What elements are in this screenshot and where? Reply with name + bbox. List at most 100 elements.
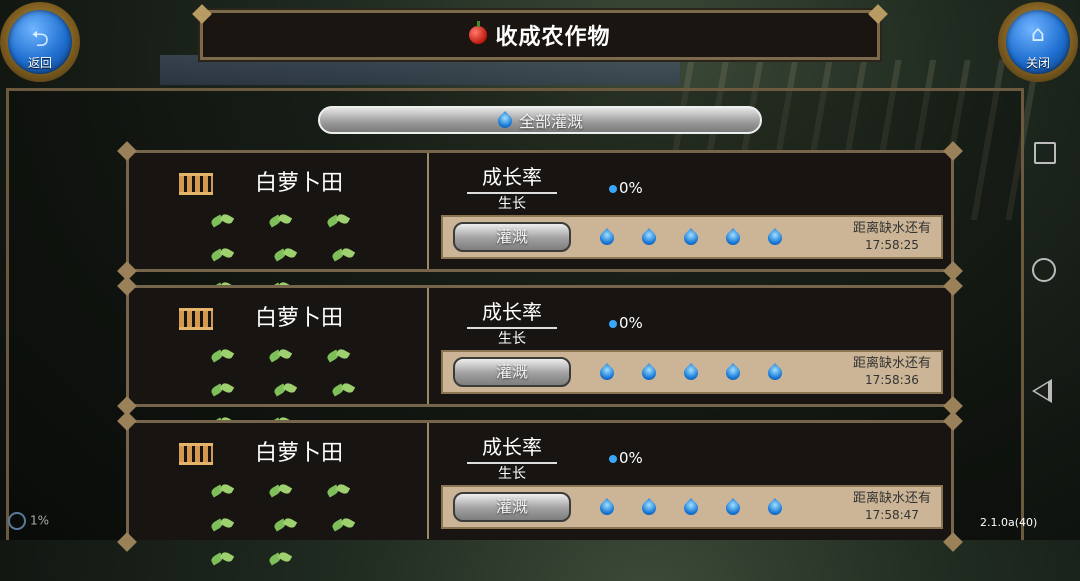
water-row: 灌溉 距离缺水还有 17:58:25	[441, 215, 943, 259]
water-button[interactable]: 灌溉	[453, 222, 571, 252]
growth-rate-value: 0%	[609, 314, 643, 332]
loading-icon	[8, 512, 26, 530]
close-button[interactable]: ⌂ 关闭	[998, 2, 1078, 82]
radish-sprout-icon	[330, 245, 356, 267]
version-label: 2.1.0a(40)	[980, 516, 1038, 529]
radish-sprout-icon	[325, 346, 351, 368]
radish-sprout-icon	[209, 549, 235, 571]
radish-sprout-icon	[272, 380, 298, 402]
plot-card: 白萝卜田 成长率 生长 0% 灌溉 距离缺水还有 17:58:47	[117, 411, 963, 540]
water-row: 灌溉 距离缺水还有 17:58:47	[441, 485, 943, 529]
water-drop-icon	[641, 361, 657, 383]
radish-sprout-icon	[330, 515, 356, 537]
water-drop-icon	[683, 361, 699, 383]
back-button[interactable]: ⮌ 返回	[0, 2, 80, 82]
countdown-label: 距离缺水还有	[852, 491, 931, 506]
fence-icon	[179, 173, 213, 195]
radish-sprout-icon	[267, 346, 293, 368]
growth-rate-text: 0%	[619, 179, 643, 197]
fence-icon	[179, 308, 213, 330]
water-countdown: 距离缺水还有 17:58:25	[853, 221, 931, 253]
water-row: 灌溉 距离缺水还有 17:58:36	[441, 350, 943, 394]
loading-percent: 1%	[30, 513, 50, 528]
countdown-time: 17:58:36	[865, 373, 919, 387]
radish-sprout-icon	[267, 211, 293, 233]
water-drop-icon	[767, 496, 783, 518]
radish-sprout-icon	[209, 481, 235, 503]
water-drop-icon	[725, 361, 741, 383]
countdown-time: 17:58:47	[865, 508, 919, 522]
radish-sprout-icon	[325, 481, 351, 503]
growth-stage-label: 生长	[498, 466, 526, 482]
water-countdown: 距离缺水还有 17:58:47	[853, 491, 931, 523]
water-drop-icon	[767, 226, 783, 248]
water-drops	[599, 226, 809, 252]
fence-icon	[179, 443, 213, 465]
radish-sprout-icon	[267, 549, 293, 571]
back-nav-icon[interactable]	[1032, 379, 1052, 403]
divider	[427, 423, 429, 539]
loading-indicator: 1%	[8, 512, 49, 530]
home-icon: ⌂	[1031, 22, 1045, 47]
water-drop-icon	[599, 226, 615, 248]
growth-rate-label: 成长率	[467, 161, 557, 194]
radish-sprout-icon	[272, 245, 298, 267]
radish-sprout-icon	[209, 515, 235, 537]
water-drop-icon	[497, 109, 513, 131]
growth-rate-value: 0%	[609, 179, 643, 197]
radish-sprout-icon	[209, 245, 235, 267]
blue-dot-icon	[609, 455, 617, 463]
radish-sprout-icon	[330, 380, 356, 402]
growth-rate-text: 0%	[619, 449, 643, 467]
water-drop-icon	[767, 361, 783, 383]
water-drop-icon	[725, 226, 741, 248]
home-nav-icon[interactable]	[1032, 258, 1056, 282]
growth-rate-label: 成长率	[467, 431, 557, 464]
close-button-label: 关闭	[1025, 56, 1050, 70]
radish-sprout-icon	[209, 380, 235, 402]
growth-rate-label: 成长率	[467, 296, 557, 329]
blue-dot-icon	[609, 320, 617, 328]
water-drops	[599, 496, 809, 522]
recent-apps-icon[interactable]	[1034, 142, 1056, 164]
water-drop-icon	[683, 226, 699, 248]
water-drop-icon	[599, 496, 615, 518]
field-name: 白萝卜田	[255, 171, 344, 196]
back-button-label: 返回	[27, 56, 52, 70]
radish-sprout-icon	[209, 211, 235, 233]
plot-card: 白萝卜田 成长率 生长 0% 灌溉 距离缺水还有 17:58:36	[117, 276, 963, 407]
water-all-button[interactable]: 全部灌溉	[318, 106, 762, 134]
blue-dot-icon	[609, 185, 617, 193]
radish-sprout-icon	[209, 346, 235, 368]
field-name: 白萝卜田	[255, 441, 344, 466]
water-drop-icon	[683, 496, 699, 518]
growth-stage-label: 生长	[498, 196, 526, 212]
water-drop-icon	[599, 361, 615, 383]
android-nav-bar	[1020, 85, 1080, 540]
water-countdown: 距离缺水还有 17:58:36	[853, 356, 931, 388]
countdown-time: 17:58:25	[865, 238, 919, 252]
title-bar: 收成农作物	[198, 8, 882, 62]
page-title: 收成农作物	[495, 25, 611, 50]
divider	[427, 288, 429, 404]
radish-sprout-icon	[267, 481, 293, 503]
countdown-label: 距离缺水还有	[852, 221, 931, 236]
field-name: 白萝卜田	[255, 306, 344, 331]
water-drop-icon	[725, 496, 741, 518]
divider	[427, 153, 429, 269]
countdown-label: 距离缺水还有	[852, 356, 931, 371]
water-all-label: 全部灌溉	[518, 112, 583, 131]
water-drop-icon	[641, 496, 657, 518]
growth-rate-value: 0%	[609, 449, 643, 467]
water-drops	[599, 361, 809, 387]
crop-grid	[193, 479, 413, 581]
water-drop-icon	[641, 226, 657, 248]
growth-rate-text: 0%	[619, 314, 643, 332]
radish-sprout-icon	[272, 515, 298, 537]
water-button[interactable]: 灌溉	[453, 492, 571, 522]
plot-card: 白萝卜田 成长率 生长 0% 灌溉 距离缺水还有 17:58:25	[117, 141, 963, 272]
radish-sprout-icon	[325, 211, 351, 233]
apple-icon	[469, 21, 488, 44]
growth-stage-label: 生长	[498, 331, 526, 347]
water-button[interactable]: 灌溉	[453, 357, 571, 387]
